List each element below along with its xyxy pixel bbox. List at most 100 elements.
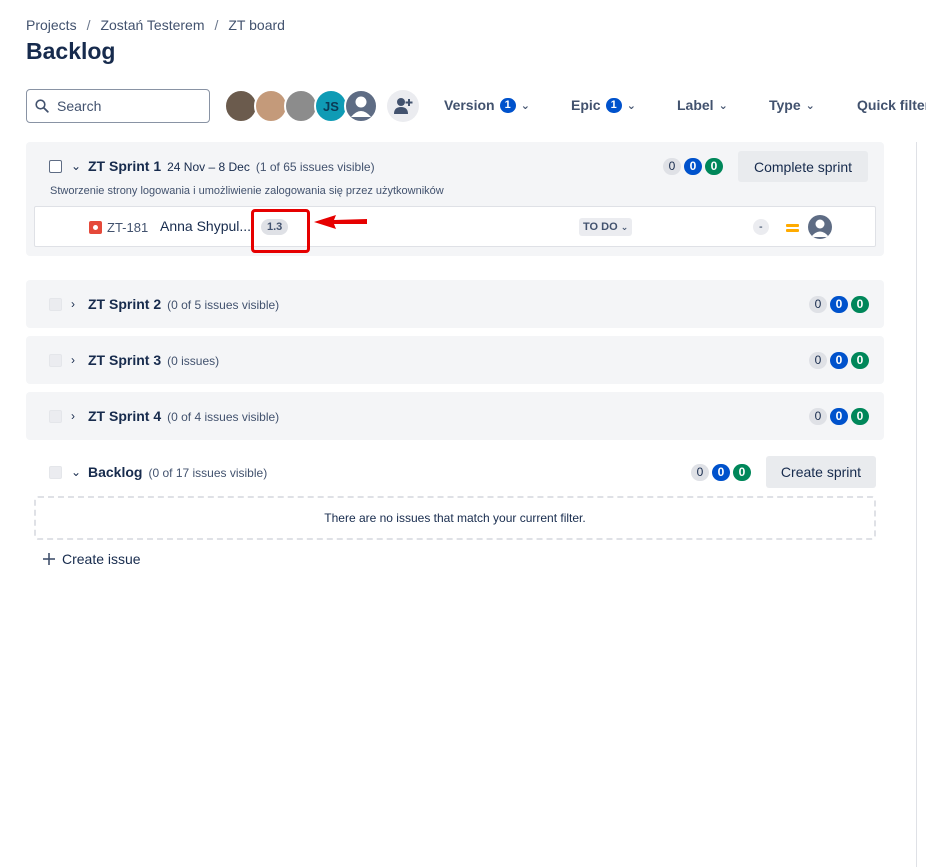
done-count: 0 bbox=[733, 463, 751, 481]
filter-label: Version bbox=[444, 97, 495, 113]
chevron-right-icon[interactable]: › bbox=[71, 353, 75, 367]
sprint-1: ⌄ ZT Sprint 1 24 Nov – 8 Dec (1 of 65 issu… bbox=[26, 142, 884, 256]
sprint-checkbox bbox=[49, 409, 62, 423]
backlog-issue-count: (0 of 17 issues visible) bbox=[148, 466, 268, 480]
avatar[interactable] bbox=[224, 89, 258, 123]
sprint-issue-count: (0 of 4 issues visible) bbox=[167, 410, 280, 424]
done-count: 0 bbox=[851, 295, 869, 313]
filter-label: Quick filters bbox=[857, 97, 926, 113]
sprint-checkbox bbox=[49, 297, 62, 311]
backlog-title[interactable]: Backlog (0 of 17 issues visible) bbox=[88, 464, 267, 480]
priority-medium-icon bbox=[786, 223, 799, 232]
avatar[interactable]: JS bbox=[314, 89, 348, 123]
sprint-header: ⌄ ZT Sprint 1 24 Nov – 8 Dec (1 of 65 issu… bbox=[26, 142, 884, 190]
breadcrumb: Projects / Zostań Testerem / ZT board bbox=[26, 17, 285, 33]
filter-label: Epic bbox=[571, 97, 601, 113]
create-issue-label: Create issue bbox=[62, 551, 141, 567]
chevron-down-icon: ⌄ bbox=[626, 99, 636, 112]
todo-count: 0 bbox=[691, 463, 709, 481]
page-title: Backlog bbox=[26, 38, 116, 64]
backlog-checkbox bbox=[49, 465, 62, 479]
assignee-avatar[interactable] bbox=[808, 215, 832, 239]
avatar-group: JS bbox=[224, 89, 378, 123]
chevron-down-icon[interactable]: ⌄ bbox=[71, 465, 81, 479]
in-progress-count: 0 bbox=[712, 463, 730, 481]
chevron-down-icon: ⌄ bbox=[620, 222, 629, 232]
sprint-goal: Stworzenie strony logowania i umożliwien… bbox=[50, 185, 444, 197]
sprint-title[interactable]: ZT Sprint 2 (0 of 5 issues visible) bbox=[88, 296, 279, 312]
sprint-title[interactable]: ZT Sprint 3 (0 issues) bbox=[88, 352, 219, 368]
in-progress-count: 0 bbox=[830, 351, 848, 369]
status-dropdown[interactable]: TO DO ⌄ bbox=[579, 218, 633, 236]
search-icon bbox=[35, 99, 49, 113]
in-progress-count: 0 bbox=[830, 407, 848, 425]
status-counts: 0 0 0 bbox=[809, 351, 869, 369]
person-icon bbox=[811, 219, 829, 237]
sprint-4: › ZT Sprint 4 (0 of 4 issues visible) 0 0… bbox=[26, 392, 884, 440]
annotation-arrow-icon bbox=[314, 215, 367, 229]
breadcrumb-projects[interactable]: Projects bbox=[26, 17, 77, 33]
done-count: 0 bbox=[705, 157, 723, 175]
search-box[interactable] bbox=[26, 89, 210, 123]
sprint-name: ZT Sprint 1 bbox=[88, 158, 162, 174]
filter-epic[interactable]: Epic 1 ⌄ bbox=[571, 97, 636, 113]
add-people-button[interactable] bbox=[387, 90, 419, 122]
create-issue-button[interactable]: Create issue bbox=[42, 551, 141, 567]
epic-badge[interactable]: - bbox=[753, 219, 769, 235]
sprint-issue-count: (0 of 5 issues visible) bbox=[167, 298, 280, 312]
sprint-3: › ZT Sprint 3 (0 issues) 0 0 0 bbox=[26, 336, 884, 384]
chevron-right-icon[interactable]: › bbox=[71, 297, 75, 311]
plus-icon bbox=[43, 553, 55, 565]
status-label: TO DO bbox=[583, 221, 618, 233]
status-counts: 0 0 0 bbox=[691, 463, 751, 481]
filter-count-badge: 1 bbox=[605, 97, 622, 113]
person-icon bbox=[351, 96, 371, 117]
empty-backlog-message: There are no issues that match your curr… bbox=[34, 496, 876, 540]
issue-key[interactable]: ZT-181 bbox=[107, 220, 148, 235]
breadcrumb-separator: / bbox=[86, 17, 91, 33]
sprint-header[interactable]: › ZT Sprint 3 (0 issues) 0 0 0 bbox=[26, 336, 884, 384]
filter-type[interactable]: Type ⌄ bbox=[769, 97, 815, 113]
add-person-icon bbox=[394, 98, 413, 114]
breadcrumb-project[interactable]: Zostań Testerem bbox=[100, 17, 204, 33]
status-counts: 0 0 0 bbox=[809, 295, 869, 313]
filter-label: Label bbox=[677, 97, 714, 113]
todo-count: 0 bbox=[809, 295, 827, 313]
backlog-header: ⌄ Backlog (0 of 17 issues visible) 0 0 0 … bbox=[26, 448, 884, 496]
sprint-header[interactable]: › ZT Sprint 2 (0 of 5 issues visible) 0 0… bbox=[26, 280, 884, 328]
filter-quick-filters[interactable]: Quick filters bbox=[857, 97, 926, 113]
filter-count-badge: 1 bbox=[499, 97, 516, 113]
chevron-down-icon[interactable]: ⌄ bbox=[71, 159, 81, 173]
chevron-down-icon: ⌄ bbox=[718, 99, 728, 112]
sprint-2: › ZT Sprint 2 (0 of 5 issues visible) 0 0… bbox=[26, 280, 884, 328]
done-count: 0 bbox=[851, 351, 869, 369]
sprint-name: ZT Sprint 4 bbox=[88, 408, 162, 424]
sprint-title[interactable]: ZT Sprint 1 24 Nov – 8 Dec (1 of 65 issues… bbox=[88, 158, 375, 174]
todo-count: 0 bbox=[663, 157, 681, 175]
chevron-down-icon: ⌄ bbox=[805, 99, 815, 112]
sprint-issue-count: (1 of 65 issues visible) bbox=[255, 160, 375, 174]
complete-sprint-button[interactable]: Complete sprint bbox=[738, 151, 868, 182]
issue-summary: Anna Shypul... bbox=[160, 218, 252, 234]
sprint-title[interactable]: ZT Sprint 4 (0 of 4 issues visible) bbox=[88, 408, 279, 424]
annotation-highlight-box bbox=[251, 209, 310, 253]
filter-label-dropdown[interactable]: Label ⌄ bbox=[677, 97, 728, 113]
chevron-right-icon[interactable]: › bbox=[71, 409, 75, 423]
create-sprint-button[interactable]: Create sprint bbox=[766, 456, 876, 488]
backlog-section: ⌄ Backlog (0 of 17 issues visible) 0 0 0 … bbox=[26, 448, 884, 496]
sprint-name: ZT Sprint 2 bbox=[88, 296, 162, 312]
status-counts: 0 0 0 bbox=[663, 157, 723, 175]
filter-label: Type bbox=[769, 97, 801, 113]
sprint-header[interactable]: › ZT Sprint 4 (0 of 4 issues visible) 0 0… bbox=[26, 392, 884, 440]
avatar-unassigned[interactable] bbox=[344, 89, 378, 123]
avatar[interactable] bbox=[254, 89, 288, 123]
breadcrumb-board[interactable]: ZT board bbox=[228, 17, 285, 33]
backlog-name: Backlog bbox=[88, 464, 143, 480]
done-count: 0 bbox=[851, 407, 869, 425]
sprint-checkbox[interactable] bbox=[49, 159, 62, 173]
search-input[interactable] bbox=[55, 97, 195, 115]
avatar[interactable] bbox=[284, 89, 318, 123]
issue-row[interactable]: ZT-181 Anna Shypul... 1.3 TO DO ⌄ - bbox=[34, 206, 876, 247]
filter-version[interactable]: Version 1 ⌄ bbox=[444, 97, 530, 113]
status-counts: 0 0 0 bbox=[809, 407, 869, 425]
